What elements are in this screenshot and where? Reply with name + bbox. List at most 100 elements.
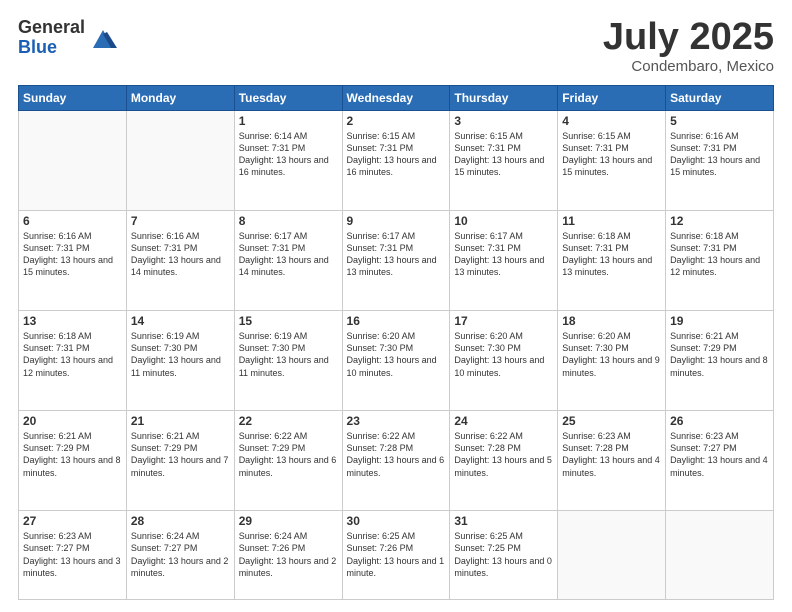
day-number: 18 xyxy=(562,314,661,328)
calendar-cell: 26 Sunrise: 6:23 AM Sunset: 7:27 PM Dayli… xyxy=(666,411,774,511)
day-info: Sunrise: 6:19 AM Sunset: 7:30 PM Dayligh… xyxy=(131,330,230,379)
day-info: Sunrise: 6:23 AM Sunset: 7:27 PM Dayligh… xyxy=(23,530,122,579)
calendar-header-sunday: Sunday xyxy=(19,86,127,111)
day-number: 28 xyxy=(131,514,230,528)
day-number: 26 xyxy=(670,414,769,428)
calendar-cell xyxy=(19,111,127,211)
day-info: Sunrise: 6:24 AM Sunset: 7:27 PM Dayligh… xyxy=(131,530,230,579)
day-number: 4 xyxy=(562,114,661,128)
calendar-cell: 2 Sunrise: 6:15 AM Sunset: 7:31 PM Daylig… xyxy=(342,111,450,211)
day-number: 30 xyxy=(347,514,446,528)
calendar-cell: 31Sunrise: 6:25 AM Sunset: 7:25 PM Dayli… xyxy=(450,511,558,600)
calendar-cell xyxy=(126,111,234,211)
calendar-header-friday: Friday xyxy=(558,86,666,111)
calendar-cell: 7Sunrise: 6:16 AM Sunset: 7:31 PM Daylig… xyxy=(126,211,234,311)
calendar-cell: 13Sunrise: 6:18 AM Sunset: 7:31 PM Dayli… xyxy=(19,311,127,411)
day-number: 29 xyxy=(239,514,338,528)
calendar-cell: 5Sunrise: 6:16 AM Sunset: 7:31 PM Daylig… xyxy=(666,111,774,211)
day-number: 9 xyxy=(347,214,446,228)
calendar-week-4: 27 Sunrise: 6:23 AM Sunset: 7:27 PM Dayli… xyxy=(19,511,774,600)
day-info: Sunrise: 6:20 AM Sunset: 7:30 PM Dayligh… xyxy=(347,330,446,379)
calendar-cell: 15 Sunrise: 6:19 AM Sunset: 7:30 PM Dayli… xyxy=(234,311,342,411)
day-info: Sunrise: 6:20 AM Sunset: 7:30 PM Dayligh… xyxy=(454,330,553,379)
logo-general: General xyxy=(18,18,85,38)
calendar-cell: 3Sunrise: 6:15 AM Sunset: 7:31 PM Daylig… xyxy=(450,111,558,211)
day-number: 6 xyxy=(23,214,122,228)
logo-blue: Blue xyxy=(18,38,85,58)
day-number: 11 xyxy=(562,214,661,228)
day-info: Sunrise: 6:21 AM Sunset: 7:29 PM Dayligh… xyxy=(23,430,122,479)
calendar-cell: 10 Sunrise: 6:17 AM Sunset: 7:31 PM Dayli… xyxy=(450,211,558,311)
calendar-header-thursday: Thursday xyxy=(450,86,558,111)
calendar-cell: 29Sunrise: 6:24 AM Sunset: 7:26 PM Dayli… xyxy=(234,511,342,600)
calendar-cell: 20Sunrise: 6:21 AM Sunset: 7:29 PM Dayli… xyxy=(19,411,127,511)
day-info: Sunrise: 6:18 AM Sunset: 7:31 PM Dayligh… xyxy=(670,230,769,279)
calendar-cell: 14 Sunrise: 6:19 AM Sunset: 7:30 PM Dayli… xyxy=(126,311,234,411)
day-info: Sunrise: 6:17 AM Sunset: 7:31 PM Dayligh… xyxy=(454,230,553,279)
calendar-week-0: 1Sunrise: 6:14 AM Sunset: 7:31 PM Daylig… xyxy=(19,111,774,211)
day-number: 17 xyxy=(454,314,553,328)
calendar-header-wednesday: Wednesday xyxy=(342,86,450,111)
calendar-cell: 27 Sunrise: 6:23 AM Sunset: 7:27 PM Dayli… xyxy=(19,511,127,600)
day-info: Sunrise: 6:22 AM Sunset: 7:28 PM Dayligh… xyxy=(347,430,446,479)
calendar-cell: 28 Sunrise: 6:24 AM Sunset: 7:27 PM Dayli… xyxy=(126,511,234,600)
calendar-cell: 6 Sunrise: 6:16 AM Sunset: 7:31 PM Daylig… xyxy=(19,211,127,311)
calendar-cell xyxy=(666,511,774,600)
day-info: Sunrise: 6:25 AM Sunset: 7:25 PM Dayligh… xyxy=(454,530,553,579)
day-number: 10 xyxy=(454,214,553,228)
calendar-header-tuesday: Tuesday xyxy=(234,86,342,111)
calendar-cell: 22 Sunrise: 6:22 AM Sunset: 7:29 PM Dayli… xyxy=(234,411,342,511)
calendar-cell xyxy=(558,511,666,600)
calendar-header-saturday: Saturday xyxy=(666,86,774,111)
calendar-cell: 8Sunrise: 6:17 AM Sunset: 7:31 PM Daylig… xyxy=(234,211,342,311)
day-info: Sunrise: 6:19 AM Sunset: 7:30 PM Dayligh… xyxy=(239,330,338,379)
day-info: Sunrise: 6:21 AM Sunset: 7:29 PM Dayligh… xyxy=(670,330,769,379)
day-info: Sunrise: 6:23 AM Sunset: 7:27 PM Dayligh… xyxy=(670,430,769,479)
day-info: Sunrise: 6:23 AM Sunset: 7:28 PM Dayligh… xyxy=(562,430,661,479)
day-number: 2 xyxy=(347,114,446,128)
day-info: Sunrise: 6:17 AM Sunset: 7:31 PM Dayligh… xyxy=(239,230,338,279)
day-number: 14 xyxy=(131,314,230,328)
day-number: 5 xyxy=(670,114,769,128)
calendar-cell: 1Sunrise: 6:14 AM Sunset: 7:31 PM Daylig… xyxy=(234,111,342,211)
calendar-cell: 24 Sunrise: 6:22 AM Sunset: 7:28 PM Dayli… xyxy=(450,411,558,511)
calendar-cell: 18Sunrise: 6:20 AM Sunset: 7:30 PM Dayli… xyxy=(558,311,666,411)
day-number: 23 xyxy=(347,414,446,428)
day-info: Sunrise: 6:15 AM Sunset: 7:31 PM Dayligh… xyxy=(347,130,446,179)
day-number: 25 xyxy=(562,414,661,428)
day-info: Sunrise: 6:16 AM Sunset: 7:31 PM Dayligh… xyxy=(23,230,122,279)
header: General Blue July 2025 Condembaro, Mexic… xyxy=(18,18,774,75)
day-info: Sunrise: 6:16 AM Sunset: 7:31 PM Dayligh… xyxy=(131,230,230,279)
day-number: 19 xyxy=(670,314,769,328)
day-number: 12 xyxy=(670,214,769,228)
calendar-week-2: 13Sunrise: 6:18 AM Sunset: 7:31 PM Dayli… xyxy=(19,311,774,411)
calendar-cell: 23 Sunrise: 6:22 AM Sunset: 7:28 PM Dayli… xyxy=(342,411,450,511)
day-number: 3 xyxy=(454,114,553,128)
calendar-cell: 4 Sunrise: 6:15 AM Sunset: 7:31 PM Daylig… xyxy=(558,111,666,211)
logo: General Blue xyxy=(18,18,117,58)
calendar-cell: 21Sunrise: 6:21 AM Sunset: 7:29 PM Dayli… xyxy=(126,411,234,511)
day-info: Sunrise: 6:22 AM Sunset: 7:29 PM Dayligh… xyxy=(239,430,338,479)
calendar-cell: 9 Sunrise: 6:17 AM Sunset: 7:31 PM Daylig… xyxy=(342,211,450,311)
calendar-cell: 17 Sunrise: 6:20 AM Sunset: 7:30 PM Dayli… xyxy=(450,311,558,411)
day-number: 15 xyxy=(239,314,338,328)
title-block: July 2025 Condembaro, Mexico xyxy=(603,18,774,75)
logo-text: General Blue xyxy=(18,18,85,58)
day-info: Sunrise: 6:22 AM Sunset: 7:28 PM Dayligh… xyxy=(454,430,553,479)
logo-icon xyxy=(89,24,117,52)
day-number: 1 xyxy=(239,114,338,128)
day-number: 13 xyxy=(23,314,122,328)
day-info: Sunrise: 6:17 AM Sunset: 7:31 PM Dayligh… xyxy=(347,230,446,279)
calendar-cell: 30Sunrise: 6:25 AM Sunset: 7:26 PM Dayli… xyxy=(342,511,450,600)
day-info: Sunrise: 6:21 AM Sunset: 7:29 PM Dayligh… xyxy=(131,430,230,479)
day-number: 27 xyxy=(23,514,122,528)
day-number: 24 xyxy=(454,414,553,428)
day-number: 22 xyxy=(239,414,338,428)
calendar-cell: 19 Sunrise: 6:21 AM Sunset: 7:29 PM Dayli… xyxy=(666,311,774,411)
calendar-header-monday: Monday xyxy=(126,86,234,111)
calendar-header-row: SundayMondayTuesdayWednesdayThursdayFrid… xyxy=(19,86,774,111)
day-info: Sunrise: 6:15 AM Sunset: 7:31 PM Dayligh… xyxy=(562,130,661,179)
calendar-table: SundayMondayTuesdayWednesdayThursdayFrid… xyxy=(18,85,774,600)
calendar-week-3: 20Sunrise: 6:21 AM Sunset: 7:29 PM Dayli… xyxy=(19,411,774,511)
calendar-cell: 11Sunrise: 6:18 AM Sunset: 7:31 PM Dayli… xyxy=(558,211,666,311)
